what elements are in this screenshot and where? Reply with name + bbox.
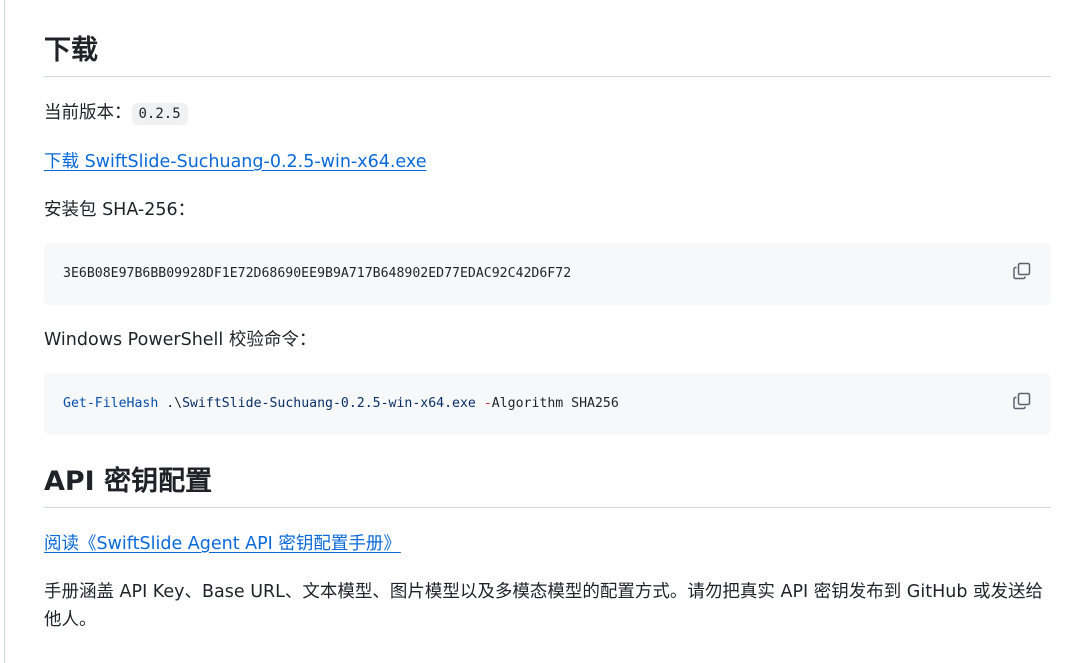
api-key-heading: API 密钥配置 — [44, 465, 1051, 508]
left-border — [4, 0, 5, 663]
version-badge: 0.2.5 — [131, 103, 188, 125]
powershell-code-block: Get-FileHash .\SwiftSlide-Suchuang-0.2.5… — [44, 373, 1051, 435]
ps-arg-prefix: .\ — [158, 396, 183, 411]
powershell-command[interactable]: Get-FileHash .\SwiftSlide-Suchuang-0.2.5… — [63, 394, 619, 414]
download-link-line: 下载 SwiftSlide-Suchuang-0.2.5-win-x64.exe — [44, 148, 1051, 176]
ps-flag: - — [483, 396, 492, 411]
copy-sha-button[interactable] — [1011, 260, 1033, 282]
version-line: 当前版本： 0.2.5 — [44, 99, 1051, 127]
ps-cmd: Get-FileHash — [63, 396, 159, 411]
powershell-label: Windows PowerShell 校验命令： — [44, 330, 317, 350]
api-manual-link[interactable]: 阅读《SwiftSlide Agent API 密钥配置手册》 — [44, 534, 401, 554]
sha-code-block: 3E6B08E97B6BB09928DF1E72D68690EE9B9A717B… — [44, 243, 1051, 305]
api-description: 手册涵盖 API Key、Base URL、文本模型、图片模型以及多模态模型的配… — [44, 582, 1044, 630]
ps-space — [476, 396, 484, 411]
version-label: 当前版本： — [44, 103, 132, 123]
ps-flag-rest: Algorithm SHA256 — [491, 396, 619, 411]
sha-value[interactable]: 3E6B08E97B6BB09928DF1E72D68690EE9B9A717B… — [63, 264, 571, 284]
ps-path: SwiftSlide-Suchuang-0.2.5-win-x64.exe — [182, 396, 476, 411]
download-exe-link[interactable]: 下载 SwiftSlide-Suchuang-0.2.5-win-x64.exe — [44, 152, 426, 172]
copy-powershell-button[interactable] — [1011, 390, 1033, 412]
readme-page: 下载 当前版本： 0.2.5 下载 SwiftSlide-Suchuang-0.2… — [0, 0, 1080, 663]
download-heading: 下载 — [44, 34, 1051, 77]
sha-label: 安装包 SHA-256： — [44, 200, 196, 220]
copy-icon — [1013, 392, 1031, 410]
manual-link-line: 阅读《SwiftSlide Agent API 密钥配置手册》 — [44, 530, 1051, 558]
copy-icon — [1013, 262, 1031, 280]
